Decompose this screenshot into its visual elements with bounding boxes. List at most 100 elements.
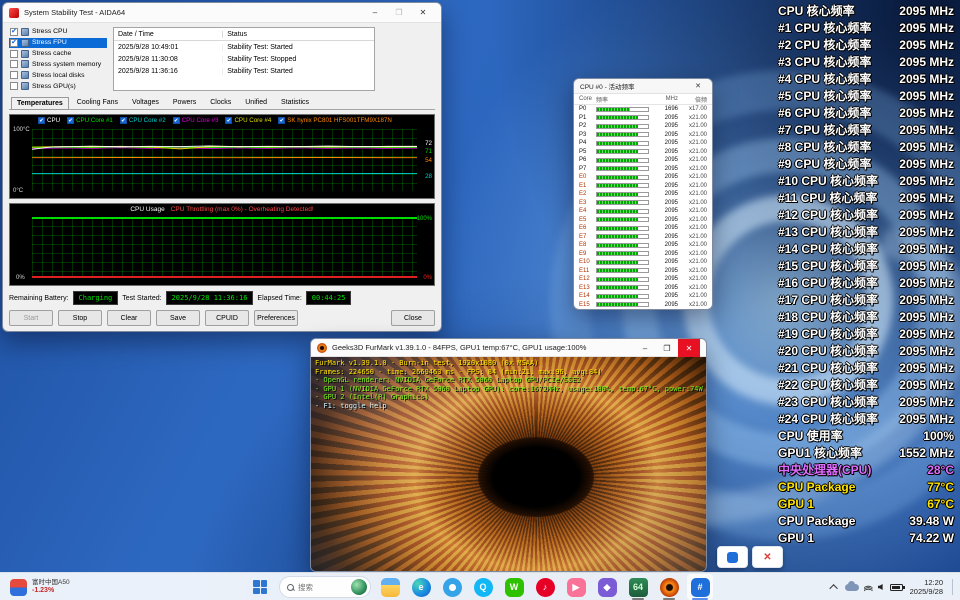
close-icon[interactable]: ✕ — [678, 339, 700, 357]
legend-item[interactable]: ✔ SK hynix PC801 HFS001TFM9X187N — [278, 117, 392, 124]
stress-option[interactable]: ✔ Stress FPU — [9, 38, 107, 48]
sensor-label: #7 CPU 核心频率 — [778, 121, 871, 138]
start-button[interactable] — [247, 574, 273, 600]
temp-value-label: 71 — [425, 148, 432, 155]
test-log-table: Date / Time Status 2025/9/28 10:49:01 St… — [113, 27, 375, 91]
aida64-app-icon — [9, 8, 19, 18]
stress-option[interactable]: Stress local disks — [9, 70, 107, 80]
aida64-button[interactable]: Start — [9, 310, 53, 326]
stress-checkbox[interactable] — [10, 60, 18, 68]
sensor-label: CPU 使用率 — [778, 427, 843, 444]
stress-checkbox[interactable]: ✔ — [10, 39, 18, 47]
legend-checkbox[interactable]: ✔ — [120, 117, 127, 124]
tab[interactable]: Voltages — [126, 96, 165, 109]
legend-item[interactable]: ✔ CPU Core #1 — [67, 117, 113, 124]
legend-checkbox[interactable]: ✔ — [278, 117, 285, 124]
stress-option[interactable]: Stress system memory — [9, 59, 107, 69]
core-label: P4 — [579, 140, 596, 146]
stress-checkbox[interactable] — [10, 82, 18, 90]
frequency-bar — [596, 277, 649, 282]
sensor-label: GPU1 核心频率 — [778, 444, 862, 461]
tab[interactable]: Powers — [167, 96, 202, 109]
taskbar-app-cpu-monitor[interactable]: # — [687, 574, 713, 600]
core-multiplier: x21.00 — [678, 174, 707, 180]
sensor-value: 2095 MHz — [899, 395, 954, 409]
close-icon[interactable]: ✕ — [690, 79, 706, 93]
stress-checkbox[interactable] — [10, 71, 18, 79]
aida64-button[interactable]: CPUID — [205, 310, 249, 326]
battery-label: Remaining Battery: — [9, 295, 69, 302]
sensor-value: 77°C — [927, 480, 954, 494]
tab[interactable]: Unified — [239, 96, 273, 109]
taskbar-app-furmark[interactable] — [656, 574, 682, 600]
furmark-titlebar[interactable]: Geeks3D FurMark v1.39.1.0 - 84FPS, GPU1 … — [311, 339, 706, 357]
legend-item[interactable]: ✔ CPU — [38, 117, 60, 124]
close-button[interactable]: Close — [391, 310, 435, 326]
legend-checkbox[interactable]: ✔ — [225, 117, 232, 124]
frequency-bar — [596, 251, 649, 256]
stress-label: Stress local disks — [32, 72, 85, 79]
core-mhz: 2095 — [652, 217, 678, 223]
legend-item[interactable]: ✔ CPU Core #4 — [225, 117, 271, 124]
stress-checkbox[interactable] — [10, 50, 18, 58]
minimize-icon[interactable]: – — [634, 339, 656, 357]
tab[interactable]: Cooling Fans — [71, 96, 124, 109]
volume-icon[interactable] — [878, 584, 883, 590]
taskbar-app-edge[interactable]: e — [408, 574, 434, 600]
legend-item[interactable]: ✔ CPU Core #3 — [173, 117, 219, 124]
battery-icon[interactable] — [890, 584, 903, 591]
show-desktop-button[interactable] — [952, 579, 954, 595]
app-icon: # — [691, 578, 710, 597]
graph-legend: ✔ CPU ✔ CPU Core #1 ✔ CPU Core #2 ✔ CPU … — [38, 117, 392, 124]
sensor-osd-overlay: CPU 核心频率 2095 MHz #1 CPU 核心频率 2095 MHz #… — [778, 2, 954, 546]
maximize-icon[interactable]: ❐ — [387, 3, 411, 22]
legend-checkbox[interactable]: ✔ — [173, 117, 180, 124]
frequency-bar — [596, 217, 649, 222]
search-input[interactable] — [298, 583, 344, 592]
tab[interactable]: Statistics — [275, 96, 315, 109]
search-box[interactable] — [279, 576, 371, 598]
cpu-panel-titlebar[interactable]: CPU #0 - 活动频率 ✕ — [574, 79, 712, 94]
desktop: CPU 核心频率 2095 MHz #1 CPU 核心频率 2095 MHz #… — [0, 0, 960, 600]
mini-close-button[interactable]: ✕ — [752, 546, 783, 568]
taskbar-app-music[interactable]: ♪ — [532, 574, 558, 600]
mini-panel-button[interactable] — [717, 546, 748, 568]
taskbar-app-video[interactable]: ▶ — [563, 574, 589, 600]
maximize-icon[interactable]: ❐ — [656, 339, 678, 357]
legend-item[interactable]: ✔ CPU Core #2 — [120, 117, 166, 124]
taskbar-app-browser[interactable] — [439, 574, 465, 600]
core-frequency-row: P0 1696 x17.00 — [574, 105, 712, 114]
sensor-row: CPU Package 39.48 W — [778, 512, 954, 529]
sensor-label: #11 CPU 核心频率 — [778, 189, 877, 206]
taskbar-app-qq[interactable]: Q — [470, 574, 496, 600]
legend-checkbox[interactable]: ✔ — [67, 117, 74, 124]
frequency-bar — [596, 285, 649, 290]
aida64-titlebar[interactable]: System Stability Test - AIDA64 – ❐ ✕ — [3, 3, 441, 23]
stress-label: Stress GPU(s) — [32, 83, 76, 90]
sensor-label: #12 CPU 核心频率 — [778, 206, 878, 223]
core-mhz: 2095 — [652, 174, 678, 180]
onedrive-icon[interactable] — [845, 584, 859, 591]
wifi-icon[interactable]: ((( — [864, 585, 873, 590]
core-label: E7 — [579, 234, 596, 240]
tab[interactable]: Clocks — [204, 96, 237, 109]
taskbar-app-game[interactable]: ◆ — [594, 574, 620, 600]
close-icon[interactable]: ✕ — [411, 3, 435, 22]
taskbar-app-aida64[interactable]: 64 — [625, 574, 651, 600]
stress-option[interactable]: Stress GPU(s) — [9, 81, 107, 91]
clock[interactable]: 12:20 2025/9/28 — [910, 578, 943, 596]
stock-widget[interactable]: 富时中国A50 -1.23% — [6, 575, 74, 599]
minimize-icon[interactable]: – — [363, 3, 387, 22]
stress-option[interactable]: ✔ Stress CPU — [9, 27, 107, 37]
legend-checkbox[interactable]: ✔ — [38, 117, 45, 124]
aida64-button[interactable]: Preferences — [254, 310, 298, 326]
stress-option[interactable]: Stress cache — [9, 49, 107, 59]
aida64-button[interactable]: Save — [156, 310, 200, 326]
hidden-icons-chevron-icon[interactable] — [829, 584, 837, 592]
aida64-button[interactable]: Stop — [58, 310, 102, 326]
tab[interactable]: Temperatures — [11, 97, 69, 110]
taskbar-app-wechat[interactable]: W — [501, 574, 527, 600]
aida64-button[interactable]: Clear — [107, 310, 151, 326]
stress-checkbox[interactable]: ✔ — [10, 28, 18, 36]
taskbar-app-file-explorer[interactable] — [377, 574, 403, 600]
